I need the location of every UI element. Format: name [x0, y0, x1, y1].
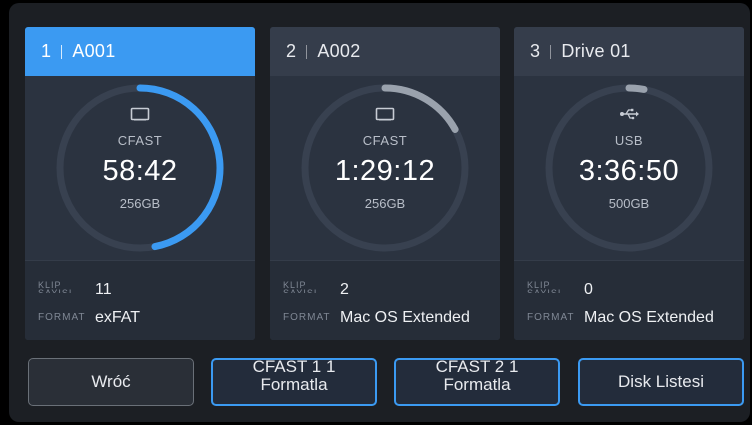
- clips-value: 2: [340, 281, 349, 298]
- media-type: USB: [614, 133, 644, 148]
- clips-label: KLİP SAYISI: [283, 281, 318, 293]
- slot-number: 2: [286, 41, 297, 61]
- format-value: exFAT: [95, 309, 141, 326]
- disk-list-button[interactable]: Disk Listesi: [578, 358, 744, 406]
- capacity: 256GB: [364, 196, 406, 211]
- capacity: 256GB: [119, 196, 161, 211]
- clips-row: KLİP SAYISI 11: [25, 277, 255, 303]
- clips-label: KLİP SAYISI: [527, 281, 562, 293]
- format-cfast1-label: CFAST 1 1 Formatla: [252, 358, 336, 394]
- remaining-time: 3:36:50: [578, 155, 680, 187]
- format-cfast2-line2: Formatla: [443, 375, 511, 394]
- format-row: FORMAT Mac OS Extended: [514, 305, 744, 331]
- format-label: FORMAT: [527, 312, 575, 323]
- card-info: KLİP SAYISI 0 FORMAT Mac OS Extended: [514, 260, 744, 340]
- disk-list-button-label: Disk Listesi: [618, 372, 704, 391]
- format-cfast2-label: CFAST 2 1 Formatla: [435, 358, 519, 394]
- format-label: FORMAT: [38, 312, 86, 323]
- header-separator: [61, 44, 63, 59]
- slot-number: 1: [41, 41, 52, 61]
- card-name: A001: [72, 41, 116, 61]
- format-row: FORMAT exFAT: [25, 305, 255, 331]
- media-slot-card-1[interactable]: 1 A001 CFAST 58:42 256GB KLİP SAYISI 11 …: [25, 27, 255, 340]
- clips-row: KLİP SAYISI 0: [514, 277, 744, 303]
- header-separator: [550, 44, 552, 59]
- card-header: 2 A002: [270, 27, 500, 76]
- cfast-card-icon: [25, 107, 255, 126]
- clips-value: 0: [584, 281, 593, 298]
- format-value: Mac OS Extended: [340, 309, 470, 326]
- media-slot-card-2[interactable]: 2 A002 CFAST 1:29:12 256GB KLİP SAYISI 2…: [270, 27, 500, 340]
- format-cfast1-line2: Formatla: [260, 375, 328, 394]
- format-label: FORMAT: [283, 312, 331, 323]
- remaining-time: 1:29:12: [334, 155, 436, 187]
- format-cfast2-button[interactable]: CFAST 2 1 Formatla: [394, 358, 560, 406]
- format-value: Mac OS Extended: [584, 309, 714, 326]
- card-info: KLİP SAYISI 2 FORMAT Mac OS Extended: [270, 260, 500, 340]
- format-cfast1-line1: CFAST 1 1: [252, 358, 336, 376]
- slot-number: 3: [530, 41, 541, 61]
- card-header: 3 Drive 01: [514, 27, 744, 76]
- card-info: KLİP SAYISI 11 FORMAT exFAT: [25, 260, 255, 340]
- capacity: 500GB: [608, 196, 650, 211]
- card-name: A002: [317, 41, 361, 61]
- cfast-card-icon: [270, 107, 500, 126]
- back-button-label: Wróć: [91, 372, 131, 391]
- ring-fill-arc: [625, 84, 648, 93]
- header-separator: [306, 44, 308, 59]
- card-name: Drive 01: [561, 41, 631, 61]
- format-row: FORMAT Mac OS Extended: [270, 305, 500, 331]
- media-slot-card-3[interactable]: 3 Drive 01 USB 3:36:50 500GB KLİP SAYISI…: [514, 27, 744, 340]
- usb-icon: [514, 107, 744, 126]
- format-cfast1-button[interactable]: CFAST 1 1 Formatla: [211, 358, 377, 406]
- clips-value: 11: [95, 281, 112, 298]
- card-header: 1 A001: [25, 27, 255, 76]
- media-screen: 1 A001 CFAST 58:42 256GB KLİP SAYISI 11 …: [9, 3, 750, 422]
- clips-label: KLİP SAYISI: [38, 281, 73, 293]
- clips-row: KLİP SAYISI 2: [270, 277, 500, 303]
- format-cfast2-line1: CFAST 2 1: [435, 358, 519, 376]
- remaining-time: 58:42: [102, 155, 178, 187]
- media-type: CFAST: [117, 133, 163, 148]
- back-button[interactable]: Wróć: [28, 358, 194, 406]
- media-type: CFAST: [362, 133, 408, 148]
